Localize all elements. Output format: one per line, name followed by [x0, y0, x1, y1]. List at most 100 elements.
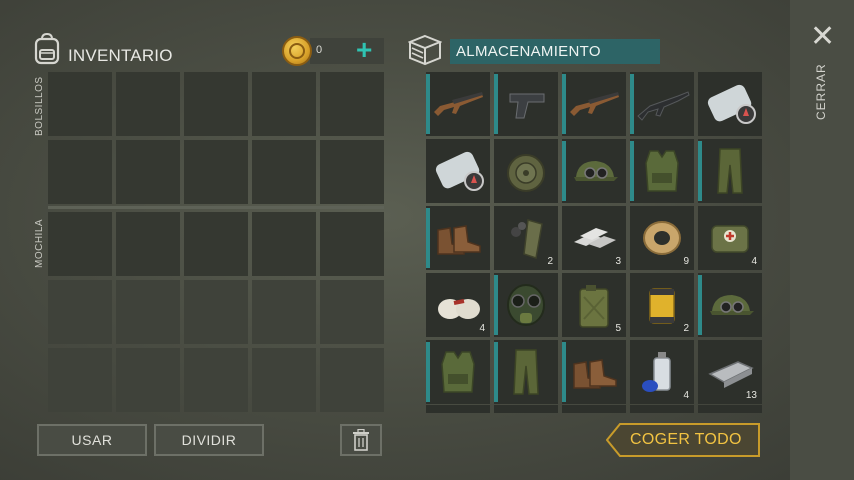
boots-icon — [573, 359, 617, 389]
storage-slot[interactable] — [698, 72, 762, 136]
use-button[interactable]: USAR — [37, 424, 147, 456]
item-quantity: 13 — [745, 390, 757, 401]
storage-slot[interactable] — [562, 139, 626, 203]
split-button[interactable]: DIVIDIR — [154, 424, 264, 456]
storage-slot[interactable] — [426, 405, 490, 413]
storage-slot[interactable] — [426, 72, 490, 136]
storage-slot[interactable] — [630, 72, 694, 136]
storage-slot[interactable]: 2 — [630, 273, 694, 337]
storage-slot[interactable] — [630, 405, 694, 413]
backpack-slot[interactable] — [252, 348, 316, 412]
pocket-slot[interactable] — [116, 140, 180, 204]
item-quantity: 4 — [683, 390, 689, 401]
pocket-slot[interactable] — [184, 72, 248, 136]
backpack-icon — [34, 33, 60, 65]
camo-cap-icon — [710, 295, 754, 315]
storage-title: ALMACENAMIENTO — [450, 39, 660, 64]
storage-slot[interactable] — [698, 405, 762, 413]
backpack-slot[interactable] — [320, 212, 384, 276]
rifle-magazine-icon — [511, 219, 543, 259]
rifle-m16-icon — [637, 91, 690, 121]
backpack-slot[interactable] — [184, 348, 248, 412]
close-icon[interactable]: ✕ — [810, 22, 835, 52]
storage-slot[interactable] — [562, 405, 626, 413]
storage-slot[interactable] — [494, 340, 558, 404]
medkit-bag-icon — [711, 225, 749, 253]
storage-slot[interactable] — [630, 139, 694, 203]
storage-slot[interactable] — [494, 139, 558, 203]
spray-can-icon — [642, 352, 671, 392]
storage-slot[interactable] — [698, 273, 762, 337]
storage-slot[interactable] — [494, 273, 558, 337]
item-quantity: 9 — [683, 256, 689, 267]
storage-slot[interactable]: 5 — [562, 273, 626, 337]
storage-slot[interactable]: 4 — [426, 273, 490, 337]
storage-slot[interactable] — [426, 340, 490, 404]
storage-slot[interactable] — [698, 139, 762, 203]
pockets-label: BOLSILLOS — [34, 76, 45, 136]
pocket-slot[interactable] — [116, 72, 180, 136]
storage-slot[interactable]: 4 — [630, 340, 694, 404]
backpack-slot[interactable] — [116, 280, 180, 344]
pocket-slot[interactable] — [48, 140, 112, 204]
backpack-slot[interactable] — [184, 280, 248, 344]
add-coins-button[interactable]: + — [356, 36, 372, 64]
coin-count: 0 — [316, 44, 323, 56]
coin-icon — [282, 36, 312, 66]
bandages-icon — [438, 299, 480, 319]
inventory-title: INVENTARIO — [68, 46, 173, 65]
boots-icon — [437, 225, 481, 255]
trash-button[interactable] — [340, 424, 382, 456]
gas-mask-icon — [507, 284, 545, 326]
oil-filter-icon — [649, 288, 675, 324]
pocket-slot[interactable] — [48, 72, 112, 136]
item-quantity: 2 — [547, 256, 553, 267]
metal-ingots-icon — [574, 228, 616, 248]
backpack-slot[interactable] — [48, 280, 112, 344]
storage-slot[interactable]: 3 — [562, 206, 626, 270]
backpack-slot[interactable] — [320, 348, 384, 412]
storage-slot[interactable]: 9 — [630, 206, 694, 270]
rifle-ak-icon — [434, 92, 483, 116]
backpack-slot[interactable] — [116, 212, 180, 276]
map-icon — [707, 84, 756, 124]
item-quantity: 2 — [683, 323, 689, 334]
storage-slot[interactable] — [494, 72, 558, 136]
storage-slot[interactable] — [562, 72, 626, 136]
rifle-ak-icon — [570, 92, 619, 116]
pocket-slot[interactable] — [184, 140, 248, 204]
backpack-label: MOCHILA — [34, 218, 45, 268]
storage-slot[interactable] — [562, 340, 626, 404]
jerry-can-icon — [579, 285, 609, 328]
item-quantity: 5 — [615, 323, 621, 334]
camo-cap-icon — [574, 161, 618, 181]
storage-slot[interactable] — [426, 206, 490, 270]
pistol-icon — [509, 93, 545, 119]
storage-slot[interactable]: 13 — [698, 340, 762, 404]
section-divider — [48, 206, 384, 209]
take-all-button[interactable] — [606, 423, 760, 457]
pocket-slot[interactable] — [252, 140, 316, 204]
backpack-slot[interactable] — [320, 280, 384, 344]
pocket-slot[interactable] — [320, 72, 384, 136]
backpack-slot[interactable] — [184, 212, 248, 276]
storage-slot[interactable]: 2 — [494, 206, 558, 270]
backpack-slot[interactable] — [116, 348, 180, 412]
map-icon — [435, 151, 484, 191]
backpack-slot[interactable] — [252, 280, 316, 344]
storage-slot[interactable]: 4 — [698, 206, 762, 270]
backpack-slot[interactable] — [252, 212, 316, 276]
backpack-slot[interactable] — [48, 348, 112, 412]
landmine-icon — [507, 154, 545, 192]
storage-slot[interactable] — [494, 405, 558, 413]
storage-slot[interactable] — [426, 139, 490, 203]
camo-pants-icon — [513, 349, 539, 395]
item-quantity: 4 — [751, 256, 757, 267]
backpack-slot[interactable] — [48, 212, 112, 276]
wire-spool-icon — [643, 221, 681, 255]
close-label[interactable]: CERRAR — [814, 63, 828, 120]
item-quantity: 4 — [479, 323, 485, 334]
camo-vest-icon — [441, 351, 475, 393]
pocket-slot[interactable] — [320, 140, 384, 204]
pocket-slot[interactable] — [252, 72, 316, 136]
